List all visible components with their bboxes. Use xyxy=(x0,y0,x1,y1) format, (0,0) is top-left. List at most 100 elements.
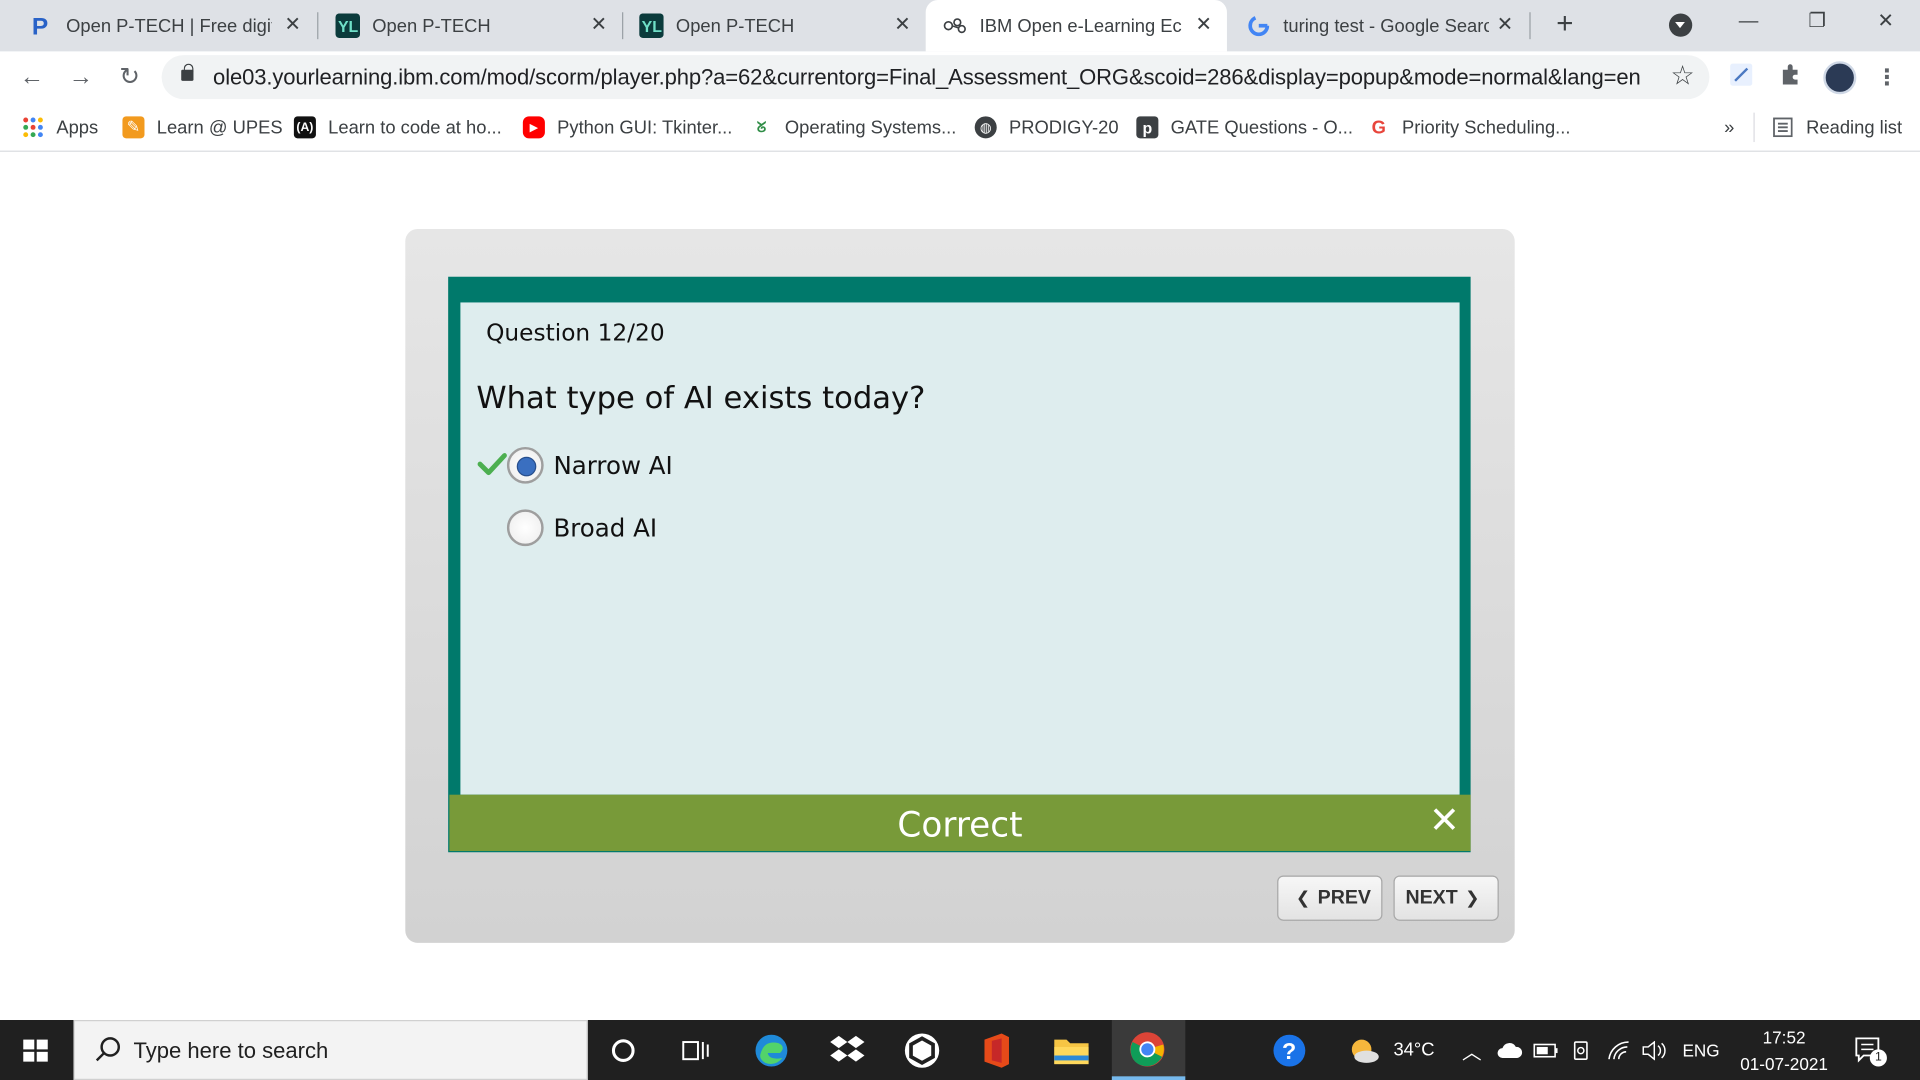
meet-now-icon[interactable] xyxy=(1572,1020,1592,1080)
windows-logo-icon xyxy=(23,1039,48,1062)
url-text[interactable]: ole03.yourlearning.ibm.com/mod/scorm/pla… xyxy=(213,65,1641,91)
option-label[interactable]: Narrow AI xyxy=(553,451,672,480)
tab-google-search[interactable]: turing test - Google Searc ✕ xyxy=(1229,0,1528,51)
chevron-left-icon: ❮ xyxy=(1295,887,1311,908)
tab-ibm-elearning[interactable]: IBM Open e-Learning Eco ✕ xyxy=(925,0,1227,52)
help-icon[interactable]: ? xyxy=(1270,1031,1309,1070)
notifications-button[interactable]: 1 xyxy=(1854,1036,1887,1067)
onedrive-icon[interactable] xyxy=(1496,1020,1523,1080)
bookmark-label: Learn @ UPES xyxy=(156,116,283,138)
windows-taskbar: Type here to search ? 34°C ︿ ENG 17:52 0… xyxy=(0,1020,1920,1080)
search-placeholder: Type here to search xyxy=(133,1038,329,1063)
reload-button[interactable]: ↻ xyxy=(115,62,144,91)
close-window-button[interactable]: ✕ xyxy=(1851,0,1920,47)
close-icon[interactable]: ✕ xyxy=(891,15,913,37)
bookmark-star-icon[interactable]: ☆ xyxy=(1671,60,1695,92)
next-button[interactable]: NEXT ❯ xyxy=(1393,875,1499,921)
svg-text:YL: YL xyxy=(338,19,359,36)
reading-list-button[interactable]: Reading list xyxy=(1772,114,1902,141)
p-letter-icon: p xyxy=(1136,116,1159,139)
option-label[interactable]: Broad AI xyxy=(553,513,657,542)
start-button[interactable] xyxy=(0,1020,71,1080)
weather-widget[interactable]: 34°C xyxy=(1347,1020,1435,1080)
app-shield-icon[interactable] xyxy=(902,1031,941,1070)
bookmark-learn-upes[interactable]: ✎ Learn @ UPES xyxy=(122,114,283,141)
tab-divider xyxy=(1529,12,1531,40)
gfg-icon: ᘜ xyxy=(756,118,767,136)
menu-kebab-icon[interactable]: ⋮ xyxy=(1872,62,1901,91)
chrome-icon xyxy=(1130,1032,1165,1067)
close-icon[interactable]: ✕ xyxy=(1193,15,1215,37)
option-broad-ai[interactable]: Broad AI xyxy=(506,508,657,547)
new-tab-button[interactable]: + xyxy=(1550,9,1579,39)
google-logo-icon xyxy=(1247,13,1271,37)
bookmark-label: Priority Scheduling... xyxy=(1402,116,1571,138)
close-icon[interactable]: ✕ xyxy=(588,15,610,37)
address-bar[interactable]: ole03.yourlearning.ibm.com/mod/scorm/pla… xyxy=(161,55,1710,100)
prev-label: PREV xyxy=(1317,887,1372,908)
restore-button[interactable]: ❐ xyxy=(1783,0,1852,47)
tab-open-ptech-3[interactable]: YL Open P-TECH ✕ xyxy=(622,0,926,51)
edge-browser-icon[interactable] xyxy=(752,1031,791,1070)
next-label: NEXT xyxy=(1405,887,1458,908)
svg-text:?: ? xyxy=(1282,1038,1296,1064)
back-button[interactable]: ← xyxy=(17,62,46,91)
bookmark-apps[interactable]: Apps xyxy=(22,114,98,141)
minimize-button[interactable]: — xyxy=(1714,0,1783,47)
clock[interactable]: 17:52 01-07-2021 xyxy=(1727,1024,1842,1078)
upes-icon: ✎ xyxy=(122,116,145,139)
forward-button[interactable]: → xyxy=(66,62,95,91)
show-hidden-icons-button[interactable]: ︿ xyxy=(1462,1020,1482,1080)
input-language-indicator[interactable]: ENG xyxy=(1682,1020,1719,1080)
lock-icon[interactable] xyxy=(181,63,194,81)
option-narrow-ai[interactable]: Narrow AI xyxy=(506,446,673,485)
close-feedback-icon[interactable]: ✕ xyxy=(1429,803,1460,840)
bookmark-label: Apps xyxy=(56,116,99,138)
yourlearning-logo-icon: YL xyxy=(639,13,664,38)
dropbox-icon[interactable] xyxy=(828,1031,867,1070)
radio-button-selected[interactable] xyxy=(506,446,544,484)
more-bookmarks-button[interactable]: » xyxy=(1724,114,1734,141)
bookmark-label: Operating Systems... xyxy=(784,116,957,138)
clock-time: 17:52 xyxy=(1762,1027,1806,1047)
task-view-icon[interactable] xyxy=(676,1031,715,1070)
weather-temperature: 34°C xyxy=(1393,1039,1435,1061)
chrome-taskbar-button[interactable] xyxy=(1111,1020,1186,1080)
code-icon: (A) xyxy=(293,116,316,139)
battery-icon[interactable] xyxy=(1533,1020,1560,1080)
clock-date: 01-07-2021 xyxy=(1740,1054,1828,1074)
bookmark-prodigy[interactable]: ◍ PRODIGY-20 xyxy=(974,114,1119,141)
tab-open-ptech-1[interactable]: P Open P-TECH | Free digita ✕ xyxy=(12,0,316,51)
bookmark-python-gui[interactable]: ▶ Python GUI: Tkinter... xyxy=(522,114,733,141)
profile-avatar[interactable] xyxy=(1823,61,1857,95)
prev-button[interactable]: ❮ PREV xyxy=(1277,875,1383,921)
close-icon[interactable]: ✕ xyxy=(1494,15,1516,37)
browser-toolbar: ← → ↻ ole03.yourlearning.ibm.com/mod/sco… xyxy=(0,51,1920,103)
radio-button[interactable] xyxy=(506,509,544,547)
question-text: What type of AI exists today? xyxy=(476,379,926,416)
extensions-puzzle-icon[interactable] xyxy=(1776,62,1805,91)
bookmark-label: GATE Questions - O... xyxy=(1170,116,1353,138)
wifi-icon[interactable] xyxy=(1607,1020,1631,1080)
search-icon xyxy=(95,1037,121,1062)
question-panel xyxy=(460,302,1460,795)
bookmark-learn-to-code[interactable]: (A) Learn to code at ho... xyxy=(293,114,502,141)
close-icon[interactable]: ✕ xyxy=(282,15,304,37)
bookmark-priority-scheduling[interactable]: G Priority Scheduling... xyxy=(1368,114,1571,141)
taskbar-search-box[interactable]: Type here to search xyxy=(73,1020,588,1080)
question-counter: Question 12/20 xyxy=(486,319,665,347)
volume-icon[interactable] xyxy=(1641,1020,1668,1080)
bookmarks-divider xyxy=(1753,112,1755,143)
bookmark-gate-questions[interactable]: p GATE Questions - O... xyxy=(1136,114,1353,141)
file-explorer-icon[interactable] xyxy=(1052,1031,1091,1070)
cortana-icon[interactable] xyxy=(604,1031,643,1070)
bookmark-label: PRODIGY-20 xyxy=(1008,116,1119,138)
bookmark-label: Python GUI: Tkinter... xyxy=(557,116,733,138)
feedback-bar: Correct ✕ xyxy=(449,794,1471,852)
youtube-icon: ▶ xyxy=(522,116,545,139)
extension-pen-icon[interactable] xyxy=(1727,62,1756,91)
bookmark-operating-systems[interactable]: ᘜ Operating Systems... xyxy=(751,114,957,141)
tab-open-ptech-2[interactable]: YL Open P-TECH ✕ xyxy=(318,0,622,51)
tab-search-icon[interactable] xyxy=(1668,13,1693,37)
office-icon[interactable] xyxy=(977,1031,1016,1070)
